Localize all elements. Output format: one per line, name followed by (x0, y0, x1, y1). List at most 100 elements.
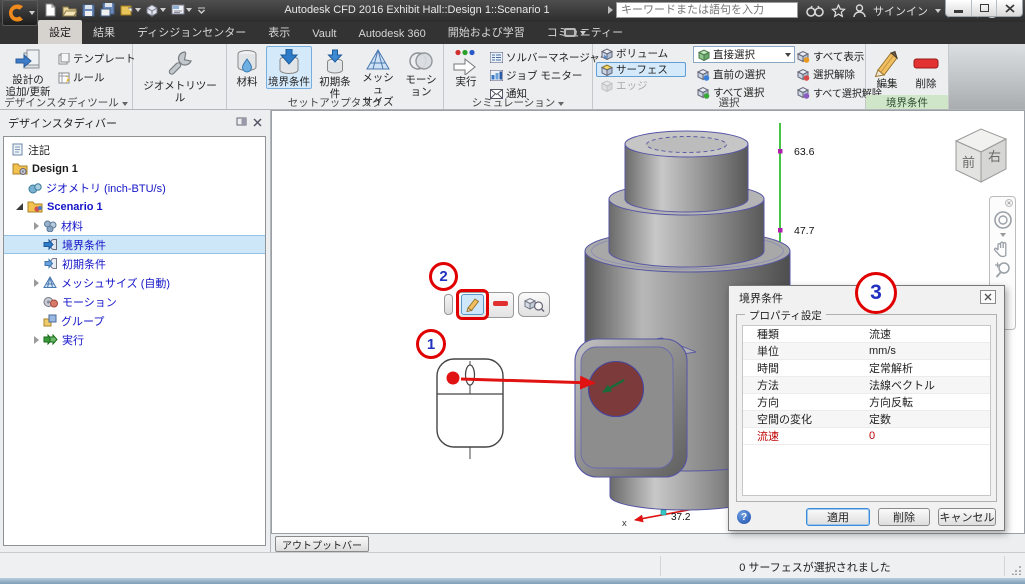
tree-item-materials[interactable]: 材料 (4, 216, 265, 235)
window-controls (945, 0, 1023, 17)
expander-closed-icon[interactable] (34, 222, 39, 230)
mini-toolbar-handle[interactable] (444, 294, 453, 315)
cancel-button[interactable]: キャンセル (938, 508, 996, 526)
rule-button[interactable]: ルール (58, 70, 105, 85)
open-file-icon[interactable] (62, 4, 77, 17)
selection-mode-dropdown[interactable]: 直接選択 (693, 46, 795, 63)
tree-item-initial-conditions[interactable]: 初期条件 (4, 254, 265, 273)
tab-vault[interactable]: Vault (301, 24, 347, 44)
appearance-dropdown-icon[interactable] (146, 4, 166, 17)
dialog-close-button[interactable] (980, 290, 996, 304)
deselect-button[interactable]: 選択解除 (796, 67, 855, 82)
tree-item-scenario1[interactable]: Scenario 1 (4, 197, 265, 216)
group-label-design-study-tools[interactable]: デザインスタディツール (0, 95, 132, 109)
add-design-icon (15, 49, 41, 73)
application-menu-button[interactable] (2, 0, 38, 26)
group-label-simulation[interactable]: シミュレーション (444, 95, 592, 109)
tree-item-boundary-conditions[interactable]: 境界条件 (4, 235, 265, 254)
select-volume-button[interactable]: ボリューム (596, 46, 686, 61)
tab-getting-started[interactable]: 開始および学習 (437, 20, 536, 44)
property-value[interactable]: 0 (861, 430, 990, 442)
output-bar-button[interactable]: アウトプットバー (275, 536, 369, 552)
tab-autodesk360[interactable]: Autodesk 360 (348, 24, 437, 44)
zoom-icon[interactable] (994, 261, 1012, 279)
boundary-conditions-button[interactable]: 境界条件 (266, 46, 312, 89)
tree-item-notes[interactable]: 注記 (4, 140, 265, 159)
direct-select-cube-icon (697, 48, 710, 61)
tree-item-design1[interactable]: Design 1 (4, 159, 265, 178)
dialog-help-icon[interactable]: ? (737, 510, 751, 524)
property-value[interactable]: 方向反転 (861, 394, 990, 410)
apply-button[interactable]: 適用 (806, 508, 870, 526)
save-as-icon[interactable] (100, 3, 115, 17)
tree-item-groups[interactable]: グループ (4, 311, 265, 330)
tree-item-mesh-size[interactable]: メッシュサイズ (自動) (4, 273, 265, 292)
group-label: プロパティ設定 (745, 308, 826, 323)
property-value[interactable]: 定数 (861, 411, 990, 427)
tab-setup[interactable]: 設定 (38, 20, 82, 44)
minimize-button[interactable] (946, 0, 972, 16)
tab-view[interactable]: 表示 (257, 20, 301, 44)
run-button[interactable]: 実行 (447, 46, 485, 89)
ribbon-display-toggle[interactable] (563, 27, 586, 38)
model-dropdown-icon[interactable] (120, 4, 141, 17)
view-cube[interactable]: 前 右 (956, 129, 1006, 182)
expander-open-icon[interactable] (16, 203, 23, 210)
search-collapse-icon[interactable] (608, 6, 613, 14)
initial-conditions-button[interactable]: 初期条件 (314, 46, 356, 101)
property-value[interactable]: 法線ベクトル (861, 377, 990, 393)
user-icon[interactable] (853, 4, 866, 18)
panel-close-icon[interactable] (253, 118, 262, 127)
edit-button[interactable]: 編集 (871, 46, 903, 91)
template-button[interactable]: テンプレート (58, 51, 136, 66)
expander-closed-icon[interactable] (34, 336, 39, 344)
property-value[interactable]: 流速 (861, 326, 990, 342)
sign-in-caret-icon[interactable] (935, 9, 941, 13)
tab-results[interactable]: 結果 (82, 20, 126, 44)
new-file-icon[interactable] (44, 3, 57, 17)
ribbon-group-simulation: 実行 ソルバーマネージャー ジョブ モニター 通知 シミュレーション (444, 44, 593, 109)
cube-right-face-label: 右 (988, 149, 1001, 164)
property-row: 方法 法線ベクトル (743, 377, 990, 394)
boundary-conditions-dialog: 境界条件 プロパティ設定 種類 流速 単位 mm/s 時間 定常解析 (728, 285, 1005, 531)
sign-in-label[interactable]: サインイン (873, 3, 928, 19)
add-update-design-button[interactable]: 設計の 追加/更新 (4, 46, 52, 99)
material-button[interactable]: 材料 (229, 46, 265, 89)
save-icon[interactable] (82, 4, 95, 17)
tree-item-run[interactable]: 実行 (4, 330, 265, 349)
select-surface-button[interactable]: サーフェス (596, 62, 686, 77)
pan-hand-icon[interactable] (994, 240, 1011, 258)
navbar-close-icon[interactable] (1005, 199, 1013, 207)
view-dropdown-icon[interactable] (171, 4, 192, 16)
property-value[interactable]: 定常解析 (861, 360, 990, 376)
search-input[interactable] (616, 2, 798, 18)
property-value[interactable]: mm/s (861, 345, 990, 357)
restore-button[interactable] (972, 0, 998, 16)
close-button[interactable] (997, 0, 1022, 16)
show-all-button[interactable]: すべて表示 (796, 49, 864, 64)
resize-grip[interactable] (1012, 565, 1022, 575)
mini-review-button[interactable] (518, 292, 550, 317)
property-row: 空間の変化 定数 (743, 411, 990, 428)
divider (1004, 556, 1005, 576)
qat-customize-icon[interactable] (197, 5, 206, 16)
left-click-indicator (447, 372, 460, 385)
dialog-delete-button[interactable]: 削除 (878, 508, 930, 526)
selected-surface[interactable] (589, 362, 644, 417)
tab-decision-center[interactable]: ディシジョンセンター (126, 20, 257, 44)
previous-selection-button[interactable]: 直前の選択 (696, 67, 766, 82)
search-binoculars-icon[interactable] (806, 4, 824, 18)
tree-item-motion[interactable]: モーション (4, 292, 265, 311)
select-edge-button[interactable]: エッジ (596, 78, 686, 93)
job-monitor-button[interactable]: ジョブ モニター (490, 68, 582, 83)
tree-item-geometry[interactable]: ジオメトリ (inch-BTU/s) (4, 178, 265, 197)
favorites-star-icon[interactable] (831, 4, 846, 18)
geometry-tools-button[interactable]: ジオメトリツール (140, 46, 220, 105)
orbit-options-caret-icon[interactable] (1000, 233, 1006, 237)
delete-button[interactable]: 削除 (909, 46, 943, 91)
orbit-icon[interactable] (993, 210, 1013, 230)
expander-closed-icon[interactable] (34, 279, 39, 287)
mini-delete-button[interactable] (493, 301, 508, 306)
pin-icon[interactable] (236, 117, 247, 128)
motion-button[interactable]: モーション (400, 46, 442, 99)
